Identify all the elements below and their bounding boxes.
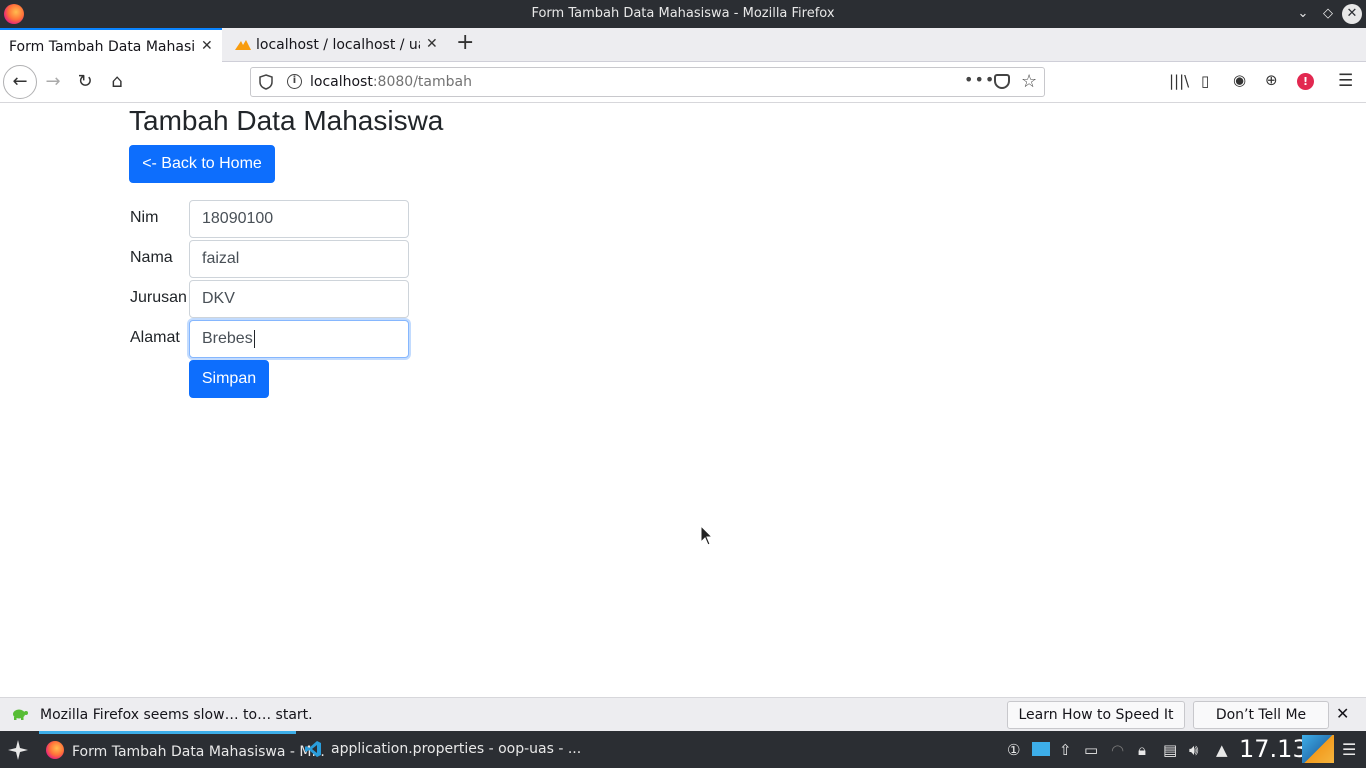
page-title: Tambah Data Mahasiswa bbox=[129, 105, 444, 136]
reload-button[interactable]: ↻ bbox=[74, 67, 96, 97]
vscode-icon bbox=[305, 741, 321, 757]
task-label: application.properties - oop-uas - ... bbox=[331, 741, 582, 757]
tab-close-icon[interactable]: ✕ bbox=[426, 36, 438, 52]
desktop-thumbnail[interactable] bbox=[1302, 735, 1334, 763]
app-launcher-icon[interactable] bbox=[7, 739, 29, 761]
slow-startup-notification: Mozilla Firefox seems slow… to… start. L… bbox=[0, 697, 1366, 749]
jurusan-label: Jurusan bbox=[130, 289, 187, 306]
url-bar[interactable]: i localhost:8080/tambah ••• ☆ bbox=[250, 67, 1045, 97]
window-title: Form Tambah Data Mahasiswa - Mozilla Fir… bbox=[531, 6, 835, 21]
wifi-icon[interactable]: ◠ bbox=[1111, 741, 1124, 759]
task-label: Form Tambah Data Mahasiswa - M... bbox=[72, 744, 325, 760]
nama-input[interactable]: faizal bbox=[189, 240, 409, 278]
tab-label: localhost / localhost / uas_ bbox=[256, 37, 420, 53]
notifications-count-icon[interactable]: ① bbox=[1007, 741, 1020, 759]
taskbar-menu-icon[interactable]: ☰ bbox=[1342, 740, 1356, 759]
task-firefox[interactable]: Form Tambah Data Mahasiswa - M... bbox=[39, 731, 325, 768]
firefox-icon bbox=[46, 741, 64, 759]
clock[interactable]: 17.13 bbox=[1239, 735, 1308, 763]
url-text[interactable]: localhost:8080/tambah bbox=[310, 74, 472, 90]
jurusan-value: DKV bbox=[202, 290, 235, 307]
alamat-input[interactable]: Brebes bbox=[189, 320, 409, 358]
page-actions-icon[interactable]: ••• bbox=[964, 70, 995, 89]
menu-icon[interactable]: ☰ bbox=[1338, 71, 1353, 91]
back-button[interactable]: ← bbox=[3, 65, 37, 99]
update-icon[interactable]: ⇧ bbox=[1059, 741, 1072, 759]
dont-tell-again-button[interactable]: Don’t Tell Me Again bbox=[1193, 701, 1329, 749]
globe-icon[interactable]: ⊕ bbox=[1265, 71, 1278, 89]
tracking-shield-icon[interactable] bbox=[259, 74, 273, 90]
simpan-button[interactable]: Simpan bbox=[189, 360, 269, 398]
nim-input[interactable]: 18090100 bbox=[189, 200, 409, 238]
notification-text: Mozilla Firefox seems slow… to… start. bbox=[40, 707, 313, 723]
nama-value: faizal bbox=[202, 250, 240, 267]
turtle-icon bbox=[13, 709, 28, 720]
site-info-icon[interactable]: i bbox=[287, 74, 302, 89]
forward-button[interactable]: → bbox=[42, 67, 64, 97]
tab-label: Form Tambah Data Mahasiswa bbox=[9, 39, 195, 55]
nama-label: Nama bbox=[130, 249, 173, 266]
url-host: localhost bbox=[310, 74, 373, 90]
lock-icon[interactable]: 🔒︎ bbox=[1138, 741, 1146, 759]
pocket-icon[interactable] bbox=[994, 74, 1010, 89]
volume-icon[interactable]: 🔊︎ bbox=[1189, 741, 1198, 759]
tab-strip: Form Tambah Data Mahasiswa ✕ localhost /… bbox=[0, 28, 1366, 63]
nim-label: Nim bbox=[130, 209, 159, 226]
learn-speed-up-button[interactable]: Learn How to Speed It Up bbox=[1007, 701, 1185, 749]
jurusan-input[interactable]: DKV bbox=[189, 280, 409, 318]
new-tab-icon[interactable]: + bbox=[456, 32, 476, 56]
library-icon[interactable]: |||\ bbox=[1169, 72, 1189, 90]
phpmyadmin-icon bbox=[235, 40, 251, 50]
battery-icon[interactable]: ▭ bbox=[1084, 741, 1098, 759]
maximize-icon[interactable]: ◇ bbox=[1318, 4, 1338, 24]
account-icon[interactable]: ◉ bbox=[1233, 71, 1246, 89]
navigation-bar: ← → ↻ ⌂ i localhost:8080/tambah ••• ☆ ||… bbox=[0, 62, 1366, 103]
close-window-icon[interactable]: ✕ bbox=[1342, 4, 1362, 24]
tab-form-tambah[interactable]: Form Tambah Data Mahasiswa ✕ bbox=[0, 28, 222, 63]
notification-close-icon[interactable]: ✕ bbox=[1336, 704, 1349, 723]
bookmark-star-icon[interactable]: ☆ bbox=[1021, 71, 1037, 92]
expand-tray-icon[interactable]: ▲ bbox=[1216, 741, 1228, 759]
home-button[interactable]: ⌂ bbox=[106, 67, 128, 97]
task-vscode[interactable]: application.properties - oop-uas - ... bbox=[298, 731, 581, 768]
text-caret bbox=[253, 329, 255, 348]
taskbar: Form Tambah Data Mahasiswa - M... applic… bbox=[0, 731, 1366, 768]
url-path: :8080/tambah bbox=[372, 74, 472, 90]
window-titlebar: Form Tambah Data Mahasiswa - Mozilla Fir… bbox=[0, 0, 1366, 28]
display-icon[interactable] bbox=[1032, 742, 1050, 756]
alamat-label: Alamat bbox=[130, 329, 180, 346]
minimize-icon[interactable]: ⌄ bbox=[1293, 4, 1313, 24]
tab-phpmyadmin[interactable]: localhost / localhost / uas_ ✕ bbox=[222, 28, 448, 62]
clipboard-icon[interactable]: ▤ bbox=[1163, 741, 1177, 759]
nim-value: 18090100 bbox=[202, 210, 274, 227]
alert-icon[interactable]: ! bbox=[1297, 73, 1314, 90]
alamat-value: Brebes bbox=[202, 330, 253, 347]
mouse-cursor-icon bbox=[700, 525, 714, 546]
sidebar-icon[interactable]: ▯ bbox=[1201, 72, 1209, 90]
tab-close-icon[interactable]: ✕ bbox=[201, 38, 213, 54]
back-to-home-button[interactable]: <- Back to Home bbox=[129, 145, 275, 183]
